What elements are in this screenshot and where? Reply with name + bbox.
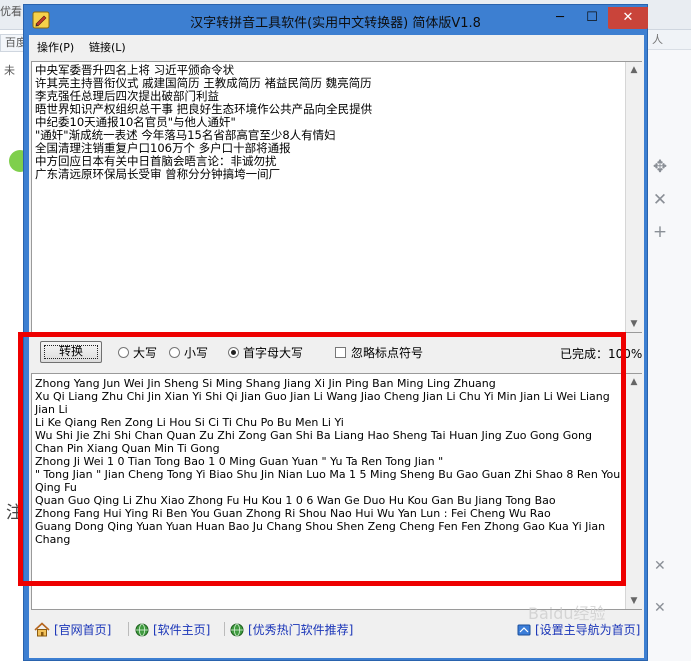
divider: [224, 622, 225, 636]
scroll-up-icon[interactable]: ▲: [626, 62, 642, 78]
radio-label: 小写: [184, 346, 209, 360]
watermark-logo: Baidu经验: [528, 604, 606, 623]
menu-operate[interactable]: 操作(P): [37, 39, 74, 55]
client-area: 操作(P) 链接(L) 中央军委晋升四名上将 习近平颁命令状 许其亮主持晋衔仪式…: [29, 35, 644, 658]
recommend-link[interactable]: [优秀热门软件推荐]: [230, 621, 353, 638]
link-label: [优秀热门软件推荐]: [248, 623, 354, 637]
divider: [128, 622, 129, 636]
globe-icon: [135, 623, 149, 637]
title-bar[interactable]: 汉字转拼音工具软件(实用中文转换器) 简体版V1.8 ─ ☐ ✕: [24, 5, 648, 35]
globe-icon: [230, 623, 244, 637]
close-icon[interactable]: ✕: [650, 190, 670, 210]
radio-lowercase[interactable]: 小写: [169, 344, 208, 361]
close-icon[interactable]: ✕: [654, 600, 666, 616]
output-scrollbar[interactable]: ▲ ▼: [625, 374, 642, 609]
minimize-button[interactable]: ─: [545, 7, 575, 29]
link-label: [软件主页]: [153, 623, 211, 637]
checkbox-box: [335, 347, 346, 358]
link-label: [设置主导航为首页]: [535, 623, 641, 637]
page-char: 注: [6, 503, 23, 523]
maximize-button[interactable]: ☐: [577, 7, 607, 29]
homepage-icon: [517, 624, 531, 636]
home-icon: [34, 622, 50, 637]
menu-bar: 操作(P) 链接(L): [29, 35, 644, 57]
scroll-down-icon[interactable]: ▼: [626, 593, 642, 609]
source-textarea[interactable]: 中央军委晋升四名上将 习近平颁命令状 许其亮主持晋衔仪式 戚建国简历 王教成简历…: [31, 61, 642, 333]
menu-links[interactable]: 链接(L): [89, 39, 126, 55]
close-button[interactable]: ✕: [608, 7, 648, 29]
focus-rect: [44, 345, 98, 359]
checkbox-label: 忽略标点符号: [351, 346, 424, 360]
radio-capitalize[interactable]: 首字母大写: [228, 344, 303, 361]
options-bar: 转换 大写 小写 首字母大写 忽略标点符号 已完成：100%: [29, 339, 644, 365]
move-icon[interactable]: ✥: [650, 157, 670, 177]
official-home-link[interactable]: [官网首页]: [34, 621, 111, 638]
radio-dot: [169, 347, 180, 358]
browser-right-panel: [646, 30, 691, 661]
radio-label: 首字母大写: [243, 346, 304, 360]
convert-button[interactable]: 转换: [40, 341, 102, 363]
ignore-punctuation-checkbox[interactable]: 忽略标点符号: [335, 344, 423, 361]
output-textarea[interactable]: Zhong Yang Jun Wei Jin Sheng Si Ming Sha…: [31, 373, 642, 610]
source-text: 中央军委晋升四名上将 习近平颁命令状 许其亮主持晋衔仪式 戚建国简历 王教成简历…: [35, 63, 373, 181]
plus-icon[interactable]: +: [650, 222, 670, 242]
source-scrollbar[interactable]: ▲ ▼: [625, 62, 642, 332]
close-icon[interactable]: ✕: [654, 558, 666, 574]
browser-right-tab[interactable]: 人: [646, 30, 691, 50]
scroll-down-icon[interactable]: ▼: [626, 316, 642, 332]
app-window: 汉字转拼音工具软件(实用中文转换器) 简体版V1.8 ─ ☐ ✕ 操作(P) 链…: [23, 4, 648, 661]
software-home-link[interactable]: [软件主页]: [135, 621, 210, 638]
radio-dot-selected: [228, 347, 239, 358]
link-label: [官网首页]: [54, 623, 112, 637]
scroll-up-icon[interactable]: ▲: [626, 374, 642, 390]
progress-text: 已完成：100%: [560, 347, 643, 361]
radio-label: 大写: [133, 346, 158, 360]
radio-uppercase[interactable]: 大写: [118, 344, 157, 361]
browser-tab-label[interactable]: 优看: [0, 3, 22, 19]
output-text: Zhong Yang Jun Wei Jin Sheng Si Ming Sha…: [35, 377, 621, 546]
radio-dot: [118, 347, 129, 358]
